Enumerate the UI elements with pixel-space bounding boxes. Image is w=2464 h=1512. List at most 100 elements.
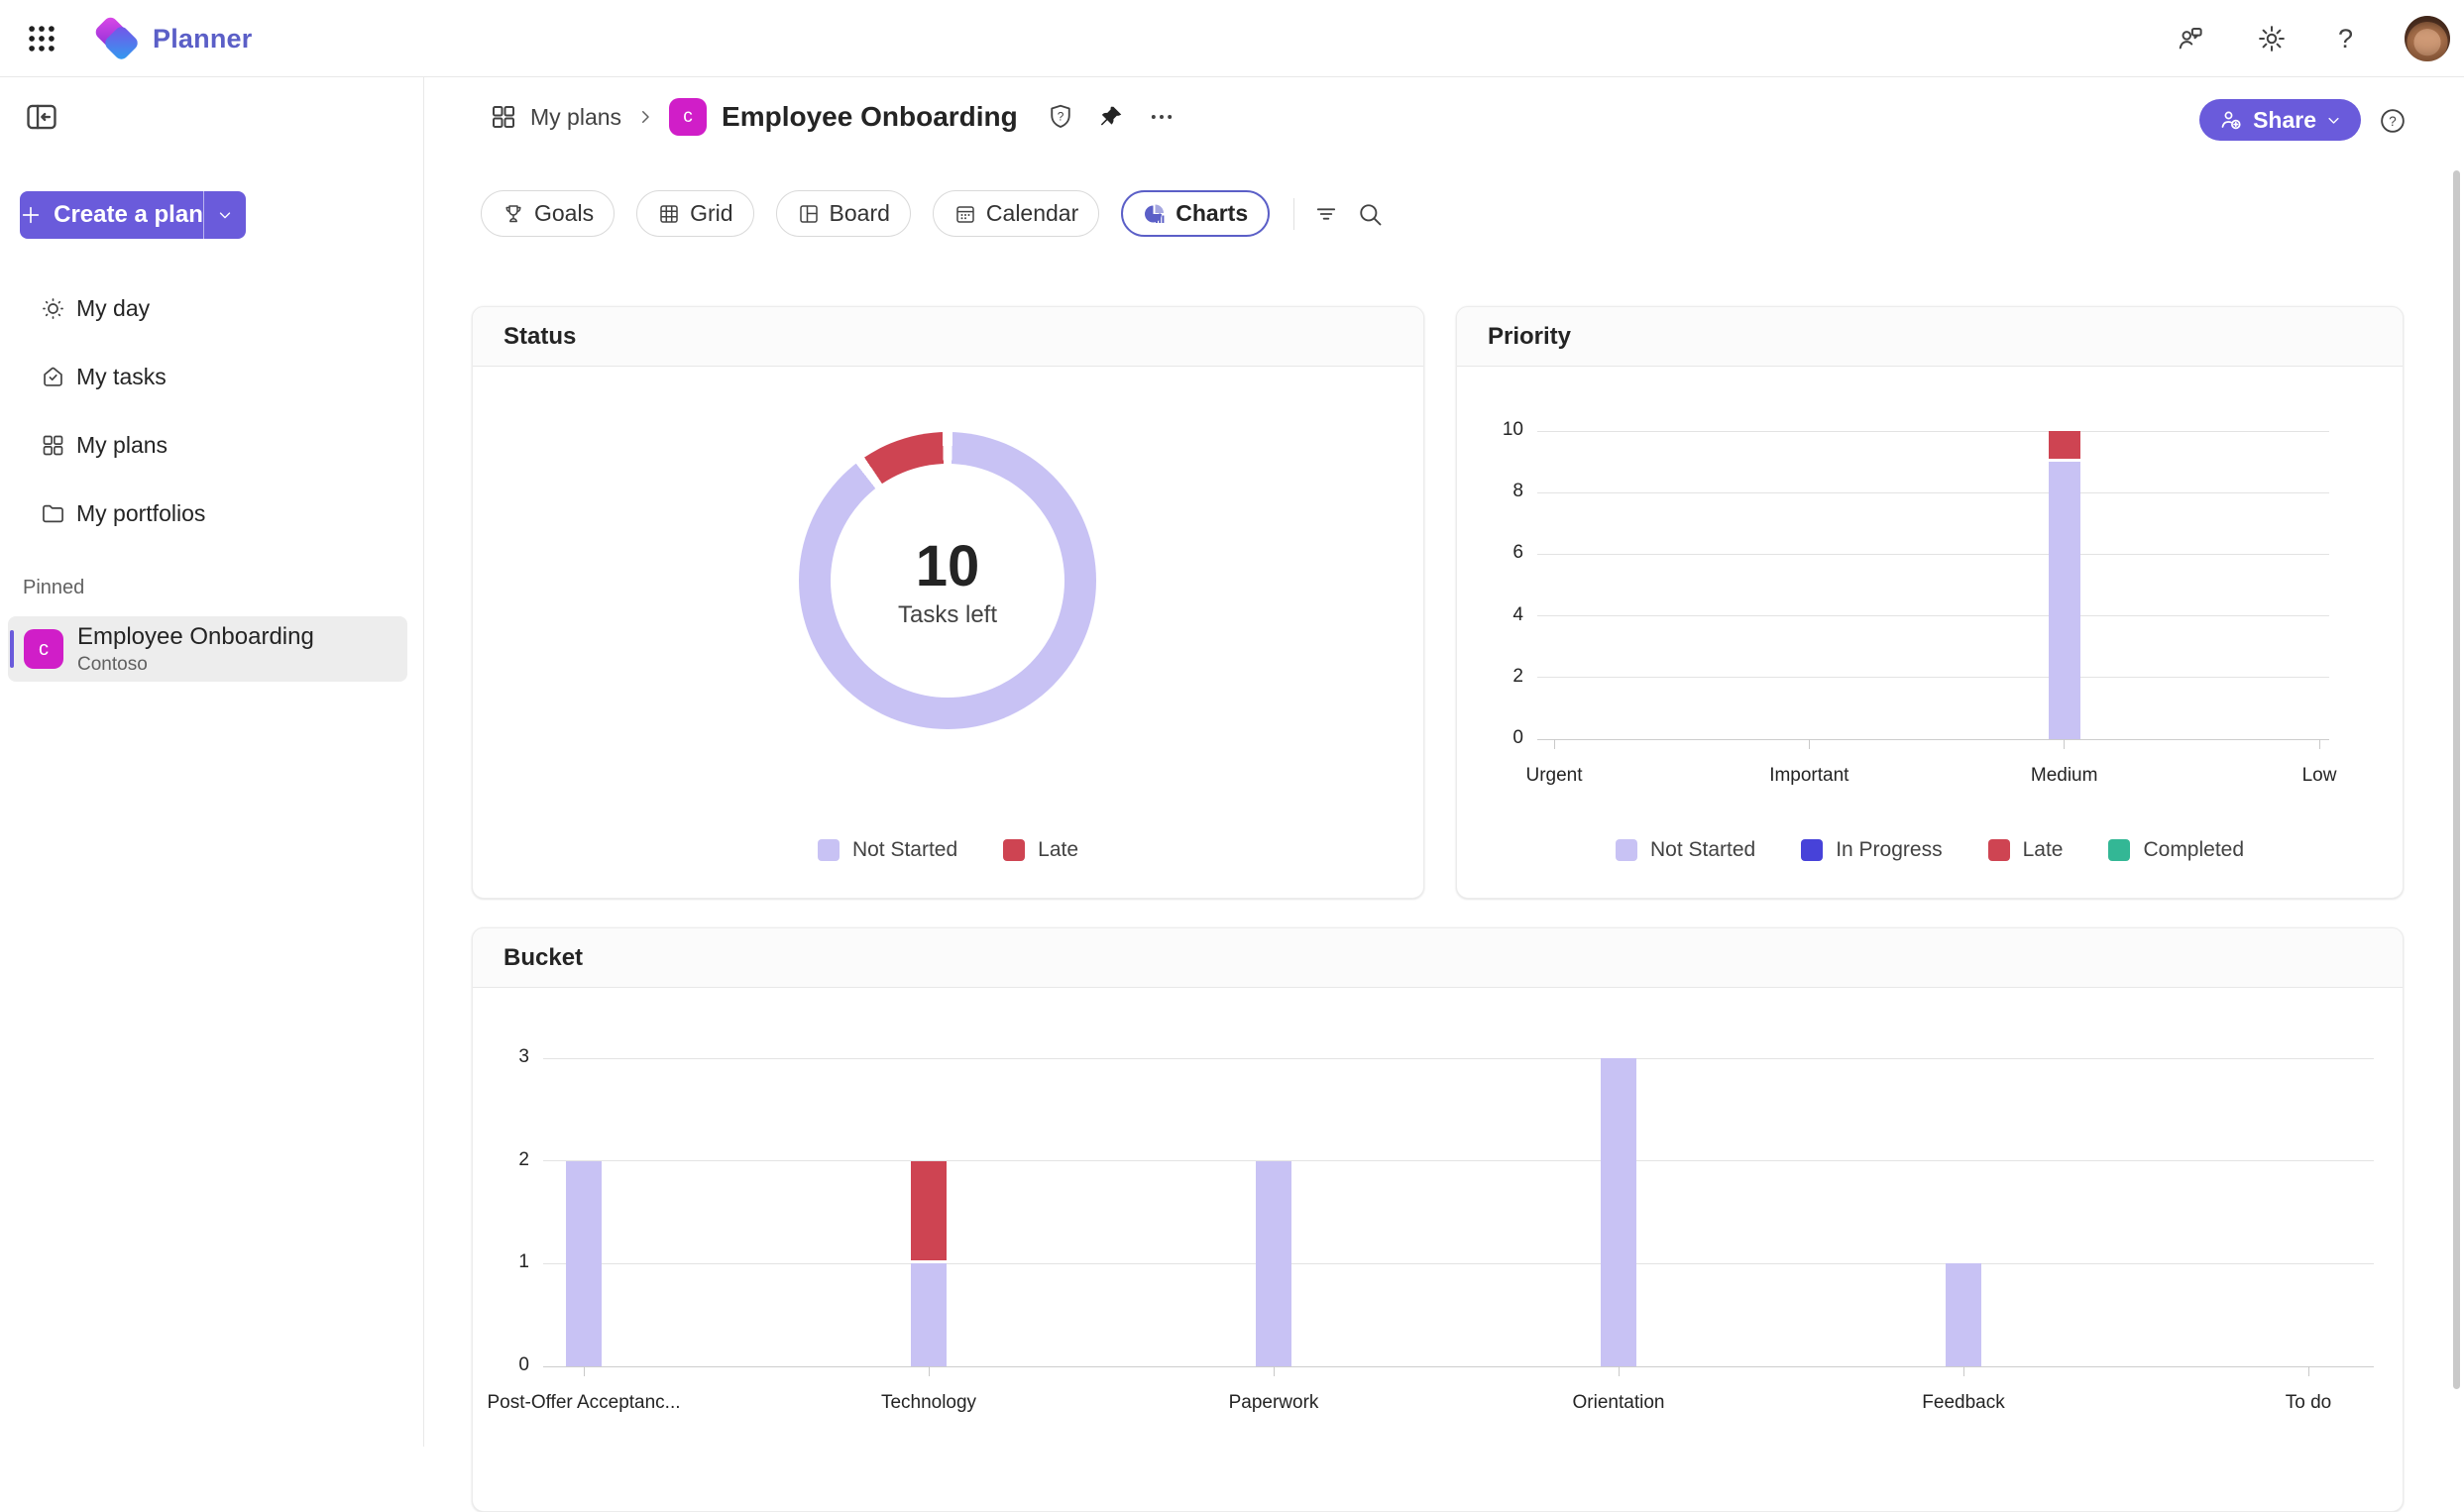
- priority-legend: Not StartedIn ProgressLateCompleted: [1457, 838, 2403, 862]
- pinned-plan-subtitle: Contoso: [77, 654, 148, 676]
- legend-label: Not Started: [852, 838, 957, 862]
- feedback-icon[interactable]: [2176, 24, 2205, 54]
- app-launcher-icon[interactable]: [18, 15, 65, 62]
- help-circle-icon[interactable]: ?: [2379, 107, 2407, 135]
- grid-line: [543, 1263, 2374, 1264]
- bar-segment: [1601, 1058, 1636, 1366]
- priority-plot: 0246810UrgentImportantMediumLow: [1537, 431, 2329, 739]
- plan-icon: c: [669, 98, 707, 136]
- sidebar-item-my-tasks[interactable]: My tasks: [0, 347, 411, 406]
- pin-icon[interactable]: [1093, 99, 1129, 135]
- sidebar-item-my-portfolios[interactable]: My portfolios: [0, 484, 411, 543]
- sidebar-item-label: My portfolios: [76, 500, 205, 527]
- create-plan-menu-button[interactable]: [204, 191, 246, 239]
- bar-segment: [911, 1263, 947, 1366]
- status-donut-chart: 10 Tasks left: [799, 432, 1096, 729]
- page-title: Employee Onboarding: [722, 101, 1018, 133]
- legend-label: Late: [2023, 838, 2064, 862]
- tab-board[interactable]: Board: [776, 190, 911, 237]
- divider: [1293, 198, 1294, 230]
- breadcrumb-my-plans[interactable]: My plans: [489, 102, 621, 132]
- board-icon: [797, 202, 821, 226]
- tasks-left-label: Tasks left: [898, 601, 997, 629]
- x-axis-tick: [1809, 739, 1810, 749]
- share-button[interactable]: Share: [2199, 99, 2361, 141]
- y-axis-tick-label: 2: [474, 1149, 529, 1171]
- vertical-scrollbar[interactable]: [2453, 170, 2460, 1389]
- y-axis-tick-label: 0: [474, 1354, 529, 1376]
- help-icon[interactable]: ?: [2338, 24, 2353, 54]
- x-axis-tick: [2064, 739, 2065, 749]
- collapse-sidebar-icon[interactable]: [20, 95, 63, 139]
- legend-swatch: [1801, 839, 1823, 861]
- x-axis-tick: [1274, 1366, 1275, 1376]
- bar-segment: [911, 1161, 947, 1261]
- plus-icon: [20, 204, 42, 226]
- tab-label: Calendar: [986, 200, 1078, 227]
- tab-label: Grid: [690, 200, 732, 227]
- sidebar-item-label: My tasks: [76, 364, 167, 390]
- bucket-card: Bucket 0123Post-Offer Acceptanc...Techno…: [472, 927, 2404, 1512]
- breadcrumb: My plans c Employee Onboarding ?: [489, 94, 1179, 140]
- x-axis-tick: [2319, 739, 2320, 749]
- legend-item: Not Started: [818, 838, 957, 862]
- y-axis-tick-label: 8: [1468, 481, 1523, 502]
- grid-line: [543, 1366, 2374, 1367]
- user-avatar[interactable]: [2405, 16, 2450, 61]
- pinned-plan-title: Employee Onboarding: [77, 623, 314, 651]
- create-plan-button[interactable]: Create a plan: [20, 191, 246, 239]
- legend-item: Late: [1988, 838, 2064, 862]
- grid-line: [1537, 492, 2329, 493]
- plan-icon: c: [24, 629, 63, 669]
- sidebar-item-label: My day: [76, 295, 150, 322]
- x-axis-label: Paperwork: [1229, 1392, 1319, 1414]
- tab-charts[interactable]: Charts: [1121, 190, 1270, 237]
- sidebar-item-my-plans[interactable]: My plans: [0, 415, 411, 475]
- grid-line: [1537, 431, 2329, 432]
- tab-grid[interactable]: Grid: [636, 190, 753, 237]
- priority-card: Priority 0246810UrgentImportantMediumLow…: [1456, 306, 2404, 899]
- legend-item: Late: [1003, 838, 1078, 862]
- y-axis-tick-label: 4: [1468, 604, 1523, 626]
- trophy-icon: [502, 202, 525, 226]
- x-axis-label: Post-Offer Acceptanc...: [487, 1392, 680, 1414]
- grid-line: [1537, 739, 2329, 740]
- tab-calendar[interactable]: Calendar: [933, 190, 1099, 237]
- settings-gear-icon[interactable]: [2257, 24, 2287, 54]
- bucket-plot: 0123Post-Offer Acceptanc...TechnologyPap…: [543, 1058, 2374, 1366]
- bucket-card-header: Bucket: [473, 928, 2403, 988]
- x-axis-label: Feedback: [1922, 1392, 2004, 1414]
- grid-line: [1537, 615, 2329, 616]
- x-axis-label: Important: [1769, 765, 1848, 787]
- card-title: Status: [504, 323, 576, 351]
- filter-icon[interactable]: [1304, 192, 1348, 236]
- y-axis-tick-label: 3: [474, 1046, 529, 1068]
- shield-privacy-icon[interactable]: ?: [1043, 99, 1078, 135]
- bar-segment: [1946, 1263, 1981, 1366]
- x-axis-label: To do: [2286, 1392, 2331, 1414]
- bar-segment: [566, 1161, 602, 1366]
- more-options-icon[interactable]: [1144, 99, 1179, 135]
- tasks-icon: [40, 364, 66, 390]
- tab-goals[interactable]: Goals: [481, 190, 615, 237]
- y-axis-tick-label: 1: [474, 1251, 529, 1273]
- y-axis-tick-label: 6: [1468, 542, 1523, 564]
- y-axis-tick-label: 10: [1468, 419, 1523, 441]
- sidebar-pinned-plan[interactable]: c Employee Onboarding Contoso: [8, 616, 407, 682]
- calendar-icon: [953, 202, 977, 226]
- status-legend: Not Started Late: [473, 838, 1423, 862]
- tab-label: Goals: [534, 200, 594, 227]
- legend-swatch: [1616, 839, 1637, 861]
- chevron-down-icon: [216, 206, 234, 224]
- legend-swatch: [2108, 839, 2130, 861]
- legend-item: Completed: [2108, 838, 2244, 862]
- grid-icon: [40, 432, 66, 459]
- x-axis-tick: [1963, 1366, 1964, 1376]
- chevron-right-icon: [636, 108, 654, 126]
- x-axis-label: Low: [2302, 765, 2337, 787]
- search-icon[interactable]: [1348, 192, 1392, 236]
- sidebar-item-my-day[interactable]: My day: [0, 278, 411, 338]
- x-axis-tick: [1619, 1366, 1620, 1376]
- legend-swatch: [1003, 839, 1025, 861]
- share-label: Share: [2253, 107, 2316, 134]
